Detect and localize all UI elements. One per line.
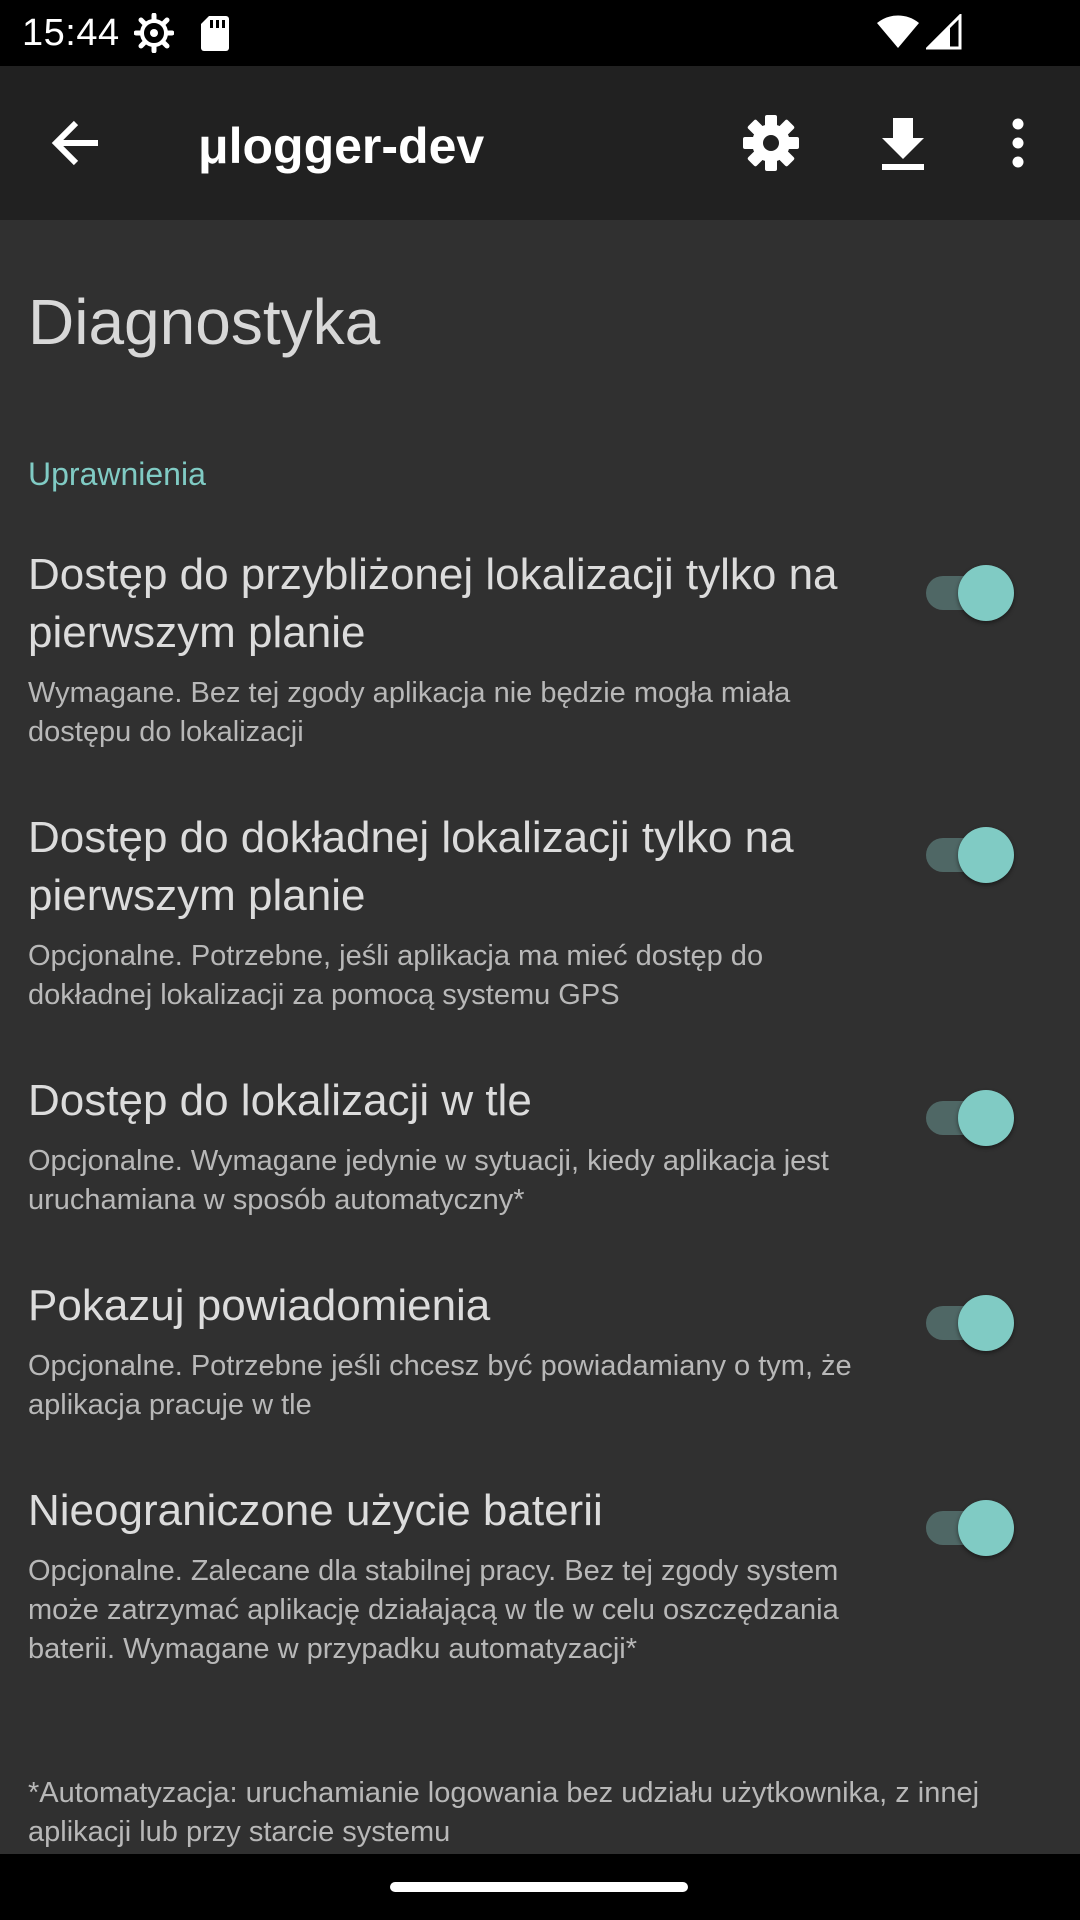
pref-unrestricted-battery[interactable]: Nieograniczone użycie baterii Opcjonalne… bbox=[28, 1482, 1048, 1669]
pref-precise-location[interactable]: Dostęp do dokładnej lokalizacji tylko na… bbox=[28, 809, 1048, 1015]
toggle-unrestricted-battery[interactable] bbox=[898, 1497, 1014, 1557]
toggle-precise-location[interactable] bbox=[898, 824, 1014, 884]
pref-summary: Opcjonalne. Potrzebne, jeśli aplikacja m… bbox=[28, 940, 764, 1011]
toggle-background-location[interactable] bbox=[898, 1087, 1014, 1147]
pref-show-notifications[interactable]: Pokazuj powiadomienia Opcjonalne. Potrze… bbox=[28, 1277, 1048, 1425]
pref-title: Dostęp do dokładnej lokalizacji tylko na… bbox=[28, 813, 794, 920]
app-bar: μlogger-dev bbox=[0, 66, 1080, 220]
settings-gear-icon[interactable] bbox=[740, 112, 802, 174]
gear-icon bbox=[133, 12, 175, 54]
pref-title: Pokazuj powiadomienia bbox=[28, 1281, 491, 1330]
status-time: 15:44 bbox=[22, 12, 120, 54]
pref-title: Nieograniczone użycie baterii bbox=[28, 1486, 603, 1535]
sd-card-icon bbox=[200, 14, 230, 52]
download-icon[interactable] bbox=[872, 112, 934, 174]
pref-summary: Wymagane. Bez tej zgody aplikacja nie bę… bbox=[28, 677, 791, 748]
wifi-icon bbox=[876, 14, 920, 50]
section-header-permissions: Uprawnienia bbox=[28, 456, 206, 492]
app-title: μlogger-dev bbox=[198, 118, 485, 174]
automation-footnote: *Automatyzacja: uruchamianie logowania b… bbox=[28, 1777, 980, 1848]
more-vert-icon[interactable] bbox=[1000, 112, 1036, 174]
navigation-bar bbox=[0, 1854, 1080, 1920]
pref-title: Dostęp do lokalizacji w tle bbox=[28, 1076, 532, 1125]
pref-summary: Opcjonalne. Zalecane dla stabilnej pracy… bbox=[28, 1555, 839, 1665]
settings-content[interactable]: Diagnostyka Uprawnienia Dostęp do przybl… bbox=[0, 220, 1080, 1854]
toggle-approximate-location[interactable] bbox=[898, 562, 1014, 622]
pref-summary: Opcjonalne. Wymagane jedynie w sytuacji,… bbox=[28, 1145, 829, 1216]
page-title: Diagnostyka bbox=[28, 286, 381, 358]
toggle-show-notifications[interactable] bbox=[898, 1292, 1014, 1352]
signal-icon bbox=[924, 12, 962, 50]
home-gesture-handle[interactable] bbox=[390, 1882, 688, 1892]
pref-summary: Opcjonalne. Potrzebne jeśli chcesz być p… bbox=[28, 1350, 852, 1421]
pref-background-location[interactable]: Dostęp do lokalizacji w tle Opcjonalne. … bbox=[28, 1072, 1048, 1220]
pref-title: Dostęp do przybliżonej lokalizacji tylko… bbox=[28, 550, 838, 657]
status-bar: 15:44 bbox=[0, 0, 1080, 66]
back-arrow-icon[interactable] bbox=[46, 112, 108, 174]
pref-approximate-location[interactable]: Dostęp do przybliżonej lokalizacji tylko… bbox=[28, 546, 1048, 752]
